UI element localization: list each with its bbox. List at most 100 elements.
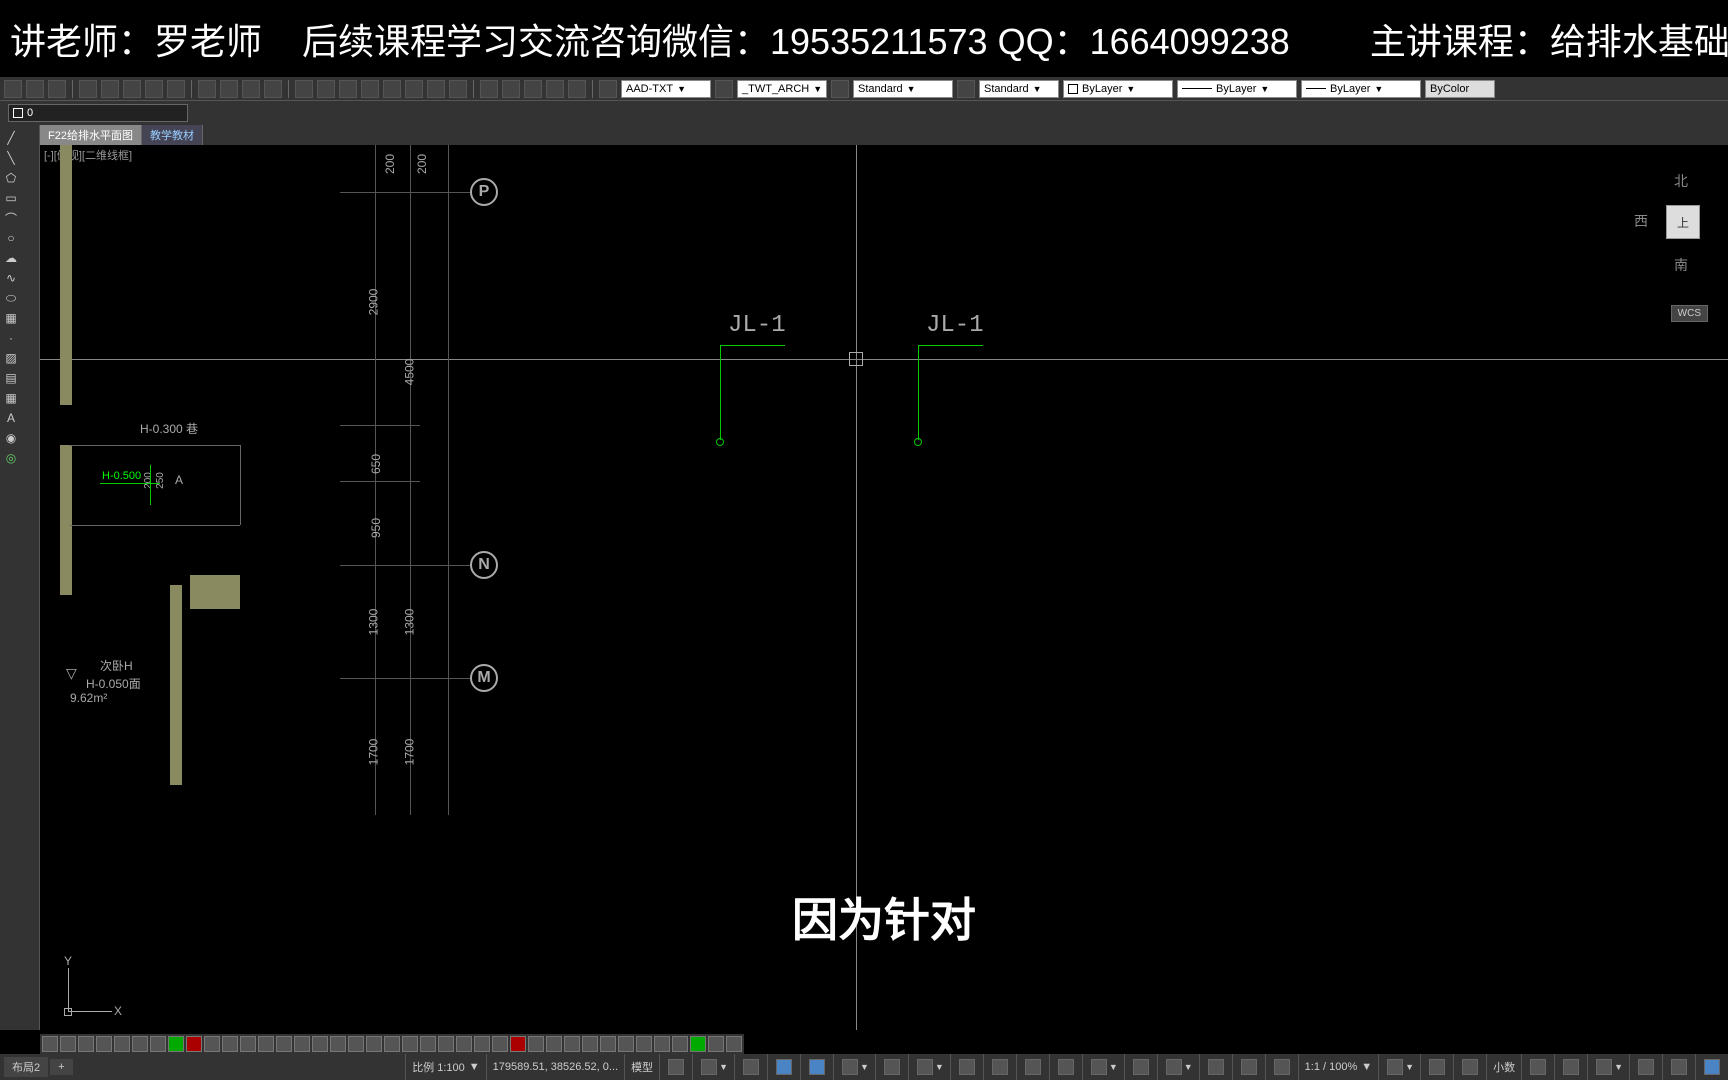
viewcube-north[interactable]: 北 bbox=[1674, 171, 1688, 191]
palette-icon[interactable] bbox=[204, 1036, 220, 1052]
tb-icon[interactable] bbox=[317, 80, 335, 98]
palette-icon[interactable] bbox=[366, 1036, 382, 1052]
arc-tool-icon[interactable]: ⌒ bbox=[2, 209, 20, 227]
tb-icon[interactable] bbox=[26, 80, 44, 98]
viewcube-top-face[interactable]: 上 bbox=[1666, 205, 1700, 239]
otrack-toggle-icon[interactable] bbox=[842, 1059, 858, 1075]
color-dropdown[interactable]: ByLayer▼ bbox=[1063, 80, 1173, 98]
gradient-tool-icon[interactable]: ◉ bbox=[2, 429, 20, 447]
line-tool-icon[interactable]: ╱ bbox=[2, 129, 20, 147]
status-icon[interactable] bbox=[1530, 1059, 1546, 1075]
palette-icon[interactable] bbox=[42, 1036, 58, 1052]
palette-icon[interactable] bbox=[96, 1036, 112, 1052]
osnap-toggle-icon[interactable] bbox=[809, 1059, 825, 1075]
layout-tab-add[interactable]: + bbox=[50, 1059, 72, 1075]
layout-tab[interactable]: 布局2 bbox=[4, 1057, 48, 1077]
status-icon[interactable] bbox=[1596, 1059, 1612, 1075]
tb-icon[interactable] bbox=[123, 80, 141, 98]
palette-icon[interactable] bbox=[348, 1036, 364, 1052]
palette-icon[interactable] bbox=[186, 1036, 202, 1052]
palette-icon[interactable] bbox=[690, 1036, 706, 1052]
hatch-tool-icon[interactable]: ▨ bbox=[2, 349, 20, 367]
status-icon[interactable] bbox=[1166, 1059, 1182, 1075]
status-icon[interactable] bbox=[1638, 1059, 1654, 1075]
palette-icon[interactable] bbox=[60, 1036, 76, 1052]
tb-icon[interactable] bbox=[220, 80, 238, 98]
palette-icon[interactable] bbox=[420, 1036, 436, 1052]
tb-icon[interactable] bbox=[502, 80, 520, 98]
palette-icon[interactable] bbox=[114, 1036, 130, 1052]
mlstyle-icon[interactable] bbox=[957, 80, 975, 98]
status-icon[interactable] bbox=[1274, 1059, 1290, 1075]
wcs-label[interactable]: WCS bbox=[1671, 305, 1708, 322]
status-icon[interactable] bbox=[1241, 1059, 1257, 1075]
tb-icon[interactable] bbox=[167, 80, 185, 98]
viewport-label[interactable]: [-][俯视][二维线框] bbox=[44, 147, 132, 163]
model-toggle[interactable]: 模型 bbox=[624, 1054, 659, 1080]
drawing-tab[interactable]: F22给排水平面图 bbox=[40, 125, 142, 145]
tb-icon[interactable] bbox=[480, 80, 498, 98]
tb-icon[interactable] bbox=[568, 80, 586, 98]
plotstyle-dropdown[interactable]: ByColor bbox=[1425, 80, 1495, 98]
circle-tool-icon[interactable]: ○ bbox=[2, 229, 20, 247]
status-icon[interactable] bbox=[917, 1059, 933, 1075]
dimstyle-dropdown[interactable]: _TWT_ARCH▼ bbox=[737, 80, 827, 98]
revcloud-tool-icon[interactable]: ☁ bbox=[2, 249, 20, 267]
tablestyle-icon[interactable] bbox=[831, 80, 849, 98]
palette-icon[interactable] bbox=[546, 1036, 562, 1052]
palette-icon[interactable] bbox=[384, 1036, 400, 1052]
point-tool-icon[interactable]: · bbox=[2, 329, 20, 347]
tb-icon[interactable] bbox=[361, 80, 379, 98]
status-icon[interactable] bbox=[1058, 1059, 1074, 1075]
model-viewport[interactable]: [-][俯视][二维线框] 北 西 南 上 WCS P N M bbox=[40, 145, 1728, 1030]
tb-icon[interactable] bbox=[405, 80, 423, 98]
status-icon[interactable] bbox=[1208, 1059, 1224, 1075]
ortho-toggle-icon[interactable] bbox=[743, 1059, 759, 1075]
palette-icon[interactable] bbox=[222, 1036, 238, 1052]
palette-icon[interactable] bbox=[438, 1036, 454, 1052]
palette-icon[interactable] bbox=[240, 1036, 256, 1052]
status-icon[interactable] bbox=[959, 1059, 975, 1075]
lineweight-toggle-icon[interactable] bbox=[992, 1059, 1008, 1075]
gear-icon[interactable] bbox=[1387, 1059, 1403, 1075]
polar-toggle-icon[interactable] bbox=[776, 1059, 792, 1075]
region-tool-icon[interactable]: ▤ bbox=[2, 369, 20, 387]
spline-tool-icon[interactable]: ∿ bbox=[2, 269, 20, 287]
viewcube-south[interactable]: 南 bbox=[1674, 255, 1688, 275]
textstyle-icon[interactable] bbox=[599, 80, 617, 98]
palette-icon[interactable] bbox=[258, 1036, 274, 1052]
mlstyle-dropdown[interactable]: Standard▼ bbox=[979, 80, 1059, 98]
status-icon[interactable] bbox=[1091, 1059, 1107, 1075]
status-icon[interactable] bbox=[1133, 1059, 1149, 1075]
tb-icon[interactable] bbox=[524, 80, 542, 98]
text-tool-icon[interactable]: A bbox=[2, 409, 20, 427]
status-icon[interactable] bbox=[1563, 1059, 1579, 1075]
textstyle-dropdown[interactable]: AAD-TXT▼ bbox=[621, 80, 711, 98]
palette-icon[interactable] bbox=[294, 1036, 310, 1052]
palette-icon[interactable] bbox=[510, 1036, 526, 1052]
palette-icon[interactable] bbox=[456, 1036, 472, 1052]
status-icon[interactable] bbox=[884, 1059, 900, 1075]
table-tool-icon[interactable]: ▦ bbox=[2, 389, 20, 407]
palette-icon[interactable] bbox=[600, 1036, 616, 1052]
palette-icon[interactable] bbox=[654, 1036, 670, 1052]
addselected-tool-icon[interactable]: ◎ bbox=[2, 449, 20, 467]
palette-icon[interactable] bbox=[330, 1036, 346, 1052]
palette-icon[interactable] bbox=[78, 1036, 94, 1052]
tb-icon[interactable] bbox=[79, 80, 97, 98]
tb-icon[interactable] bbox=[264, 80, 282, 98]
palette-icon[interactable] bbox=[150, 1036, 166, 1052]
palette-icon[interactable] bbox=[708, 1036, 724, 1052]
palette-icon[interactable] bbox=[474, 1036, 490, 1052]
status-icon[interactable] bbox=[1429, 1059, 1445, 1075]
palette-icon[interactable] bbox=[492, 1036, 508, 1052]
palette-icon[interactable] bbox=[276, 1036, 292, 1052]
tb-icon[interactable] bbox=[546, 80, 564, 98]
linetype-dropdown[interactable]: ByLayer▼ bbox=[1177, 80, 1297, 98]
lineweight-dropdown[interactable]: ByLayer▼ bbox=[1301, 80, 1421, 98]
palette-icon[interactable] bbox=[564, 1036, 580, 1052]
drawing-tab[interactable]: 教学教材 bbox=[142, 125, 203, 145]
tb-icon[interactable] bbox=[242, 80, 260, 98]
tb-icon[interactable] bbox=[48, 80, 66, 98]
ellipse-tool-icon[interactable]: ⬭ bbox=[2, 289, 20, 307]
